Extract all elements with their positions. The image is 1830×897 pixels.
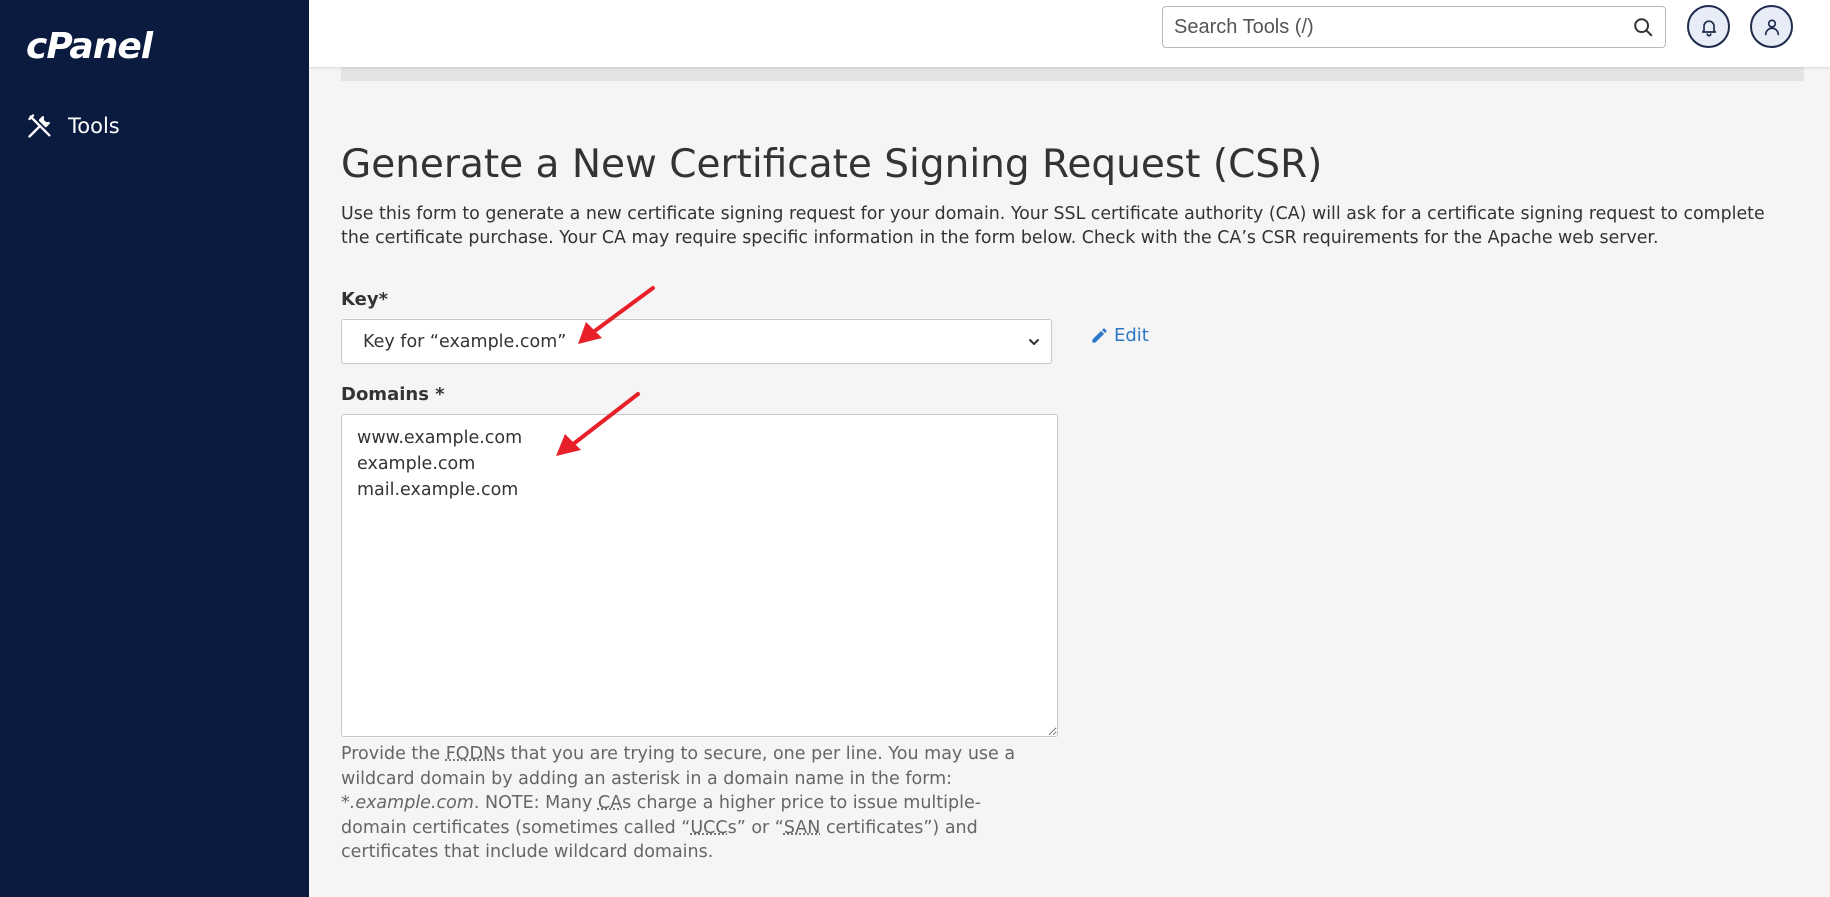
help-text: s” or “ (727, 817, 784, 838)
key-select-value: Key for “example.com” (363, 331, 567, 352)
pencil-icon (1092, 328, 1107, 343)
sidebar-item-label: Tools (68, 114, 120, 138)
page-description: Use this form to generate a new certific… (341, 204, 1765, 248)
domains-help-text: Provide the FQDNs that you are trying to… (341, 742, 1041, 865)
search-box[interactable] (1162, 6, 1666, 48)
domains-label: Domains * (341, 384, 445, 405)
key-label: Key* (341, 289, 388, 310)
page-title: Generate a New Certificate Signing Reque… (341, 142, 1323, 187)
wildcard-example: *.example.com (341, 793, 474, 813)
fqdn-abbr: FQDN (445, 744, 497, 764)
ca-abbr: CA (597, 793, 623, 813)
bell-icon (1701, 19, 1716, 37)
user-menu-button[interactable] (1750, 5, 1793, 48)
user-icon (1764, 19, 1779, 35)
ucc-abbr: UCC (690, 817, 728, 838)
edit-label: Edit (1114, 325, 1149, 346)
help-text: Provide the (341, 744, 446, 764)
domains-textarea[interactable]: www.example.com example.com mail.example… (341, 414, 1058, 737)
sidebar: cPanel Tools (0, 0, 309, 897)
top-bar (309, 0, 1830, 67)
help-text: . NOTE: Many (473, 793, 598, 813)
sidebar-item-tools[interactable]: Tools (26, 112, 120, 140)
search-icon[interactable] (1632, 16, 1654, 38)
edit-key-link[interactable]: Edit (1090, 325, 1149, 346)
cpanel-logo[interactable]: cPanel (26, 26, 153, 67)
tools-icon (28, 114, 51, 138)
notifications-button[interactable] (1687, 5, 1730, 48)
chevron-down-icon (1029, 338, 1039, 345)
key-select[interactable]: Key for “example.com” (341, 319, 1052, 364)
search-input[interactable] (1163, 7, 1632, 47)
san-abbr: SAN (783, 817, 821, 838)
